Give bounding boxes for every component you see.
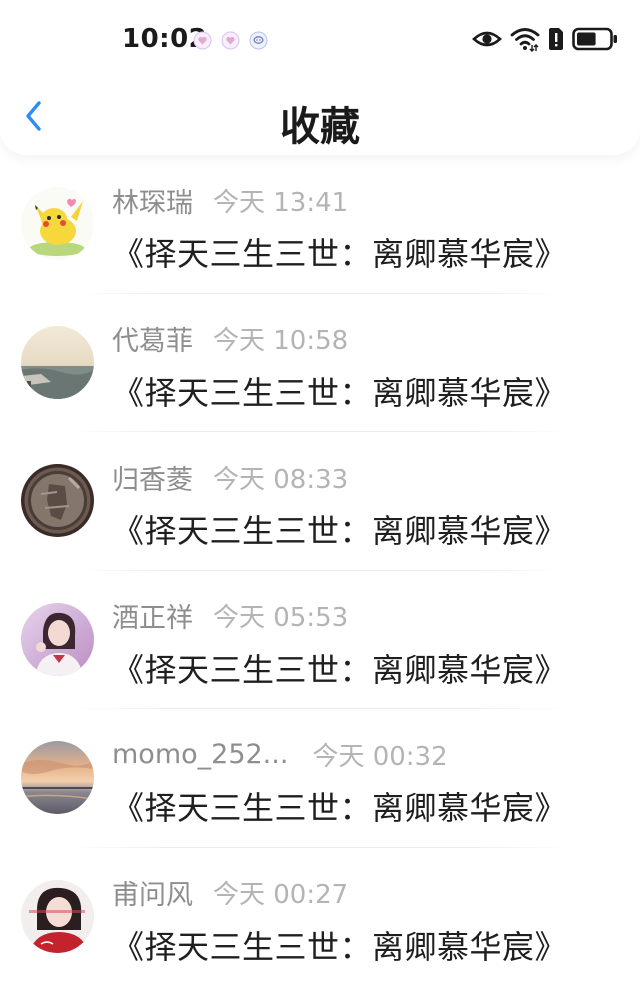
title-bar: 收藏 bbox=[0, 82, 640, 155]
avatar[interactable] bbox=[21, 326, 94, 399]
list-item[interactable]: 甫问风 今天 00:27 《择天三生三世：离卿慕华宸》 bbox=[0, 848, 640, 986]
timestamp: 今天 13:41 bbox=[213, 182, 348, 219]
page-title: 收藏 bbox=[0, 94, 640, 152]
battery-icon bbox=[572, 27, 618, 55]
favorite-title: 《择天三生三世：离卿慕华宸》 bbox=[112, 229, 567, 275]
avatar[interactable] bbox=[21, 603, 94, 676]
timestamp: 今天 00:32 bbox=[312, 736, 447, 773]
avatar[interactable] bbox=[21, 741, 94, 814]
heart-notification-icon bbox=[193, 31, 212, 50]
user-name[interactable]: 代葛菲 bbox=[112, 319, 193, 358]
list-item[interactable]: 林琛瑞 今天 13:41 《择天三生三世：离卿慕华宸》 bbox=[0, 155, 640, 294]
top-bar: 10:02 bbox=[0, 0, 640, 155]
favorites-list: 林琛瑞 今天 13:41 《择天三生三世：离卿慕华宸》 bbox=[0, 155, 640, 986]
chat-notification-icon bbox=[249, 31, 268, 50]
item-meta: 酒正祥 今天 05:53 bbox=[112, 599, 348, 633]
user-name[interactable]: momo_252... bbox=[112, 739, 288, 770]
wifi-icon bbox=[510, 26, 540, 56]
eye-icon bbox=[472, 28, 502, 54]
avatar[interactable] bbox=[21, 187, 94, 260]
list-item[interactable]: 归香菱 今天 08:33 《择天三生三世：离卿慕华宸》 bbox=[0, 432, 640, 571]
list-item[interactable]: 代葛菲 今天 10:58 《择天三生三世：离卿慕华宸》 bbox=[0, 294, 640, 433]
item-meta: 甫问风 今天 00:27 bbox=[112, 876, 348, 910]
favorite-title: 《择天三生三世：离卿慕华宸》 bbox=[112, 922, 567, 968]
user-name[interactable]: 林琛瑞 bbox=[112, 181, 193, 220]
list-item[interactable]: 酒正祥 今天 05:53 《择天三生三世：离卿慕华宸》 bbox=[0, 571, 640, 710]
item-meta: 归香菱 今天 08:33 bbox=[112, 460, 348, 494]
timestamp: 今天 10:58 bbox=[213, 320, 348, 357]
favorite-title: 《择天三生三世：离卿慕华宸》 bbox=[112, 783, 567, 829]
timestamp: 今天 00:27 bbox=[213, 874, 348, 911]
status-icons bbox=[472, 27, 618, 55]
favorite-title: 《择天三生三世：离卿慕华宸》 bbox=[112, 368, 567, 414]
timestamp: 今天 08:33 bbox=[213, 459, 348, 496]
user-name[interactable]: 甫问风 bbox=[112, 873, 193, 912]
item-meta: momo_252... 今天 00:32 bbox=[112, 737, 448, 771]
timestamp: 今天 05:53 bbox=[213, 597, 348, 634]
item-meta: 林琛瑞 今天 13:41 bbox=[112, 183, 348, 217]
favorite-title: 《择天三生三世：离卿慕华宸》 bbox=[112, 645, 567, 691]
item-meta: 代葛菲 今天 10:58 bbox=[112, 322, 348, 356]
status-bar: 10:02 bbox=[0, 0, 640, 82]
user-name[interactable]: 酒正祥 bbox=[112, 596, 193, 635]
favorite-title: 《择天三生三世：离卿慕华宸》 bbox=[112, 506, 567, 552]
avatar[interactable] bbox=[21, 880, 94, 953]
user-name[interactable]: 归香菱 bbox=[112, 458, 193, 497]
sim-alert-icon bbox=[548, 27, 564, 55]
list-item[interactable]: momo_252... 今天 00:32 《择天三生三世：离卿慕华宸》 bbox=[0, 709, 640, 848]
heart-notification-icon bbox=[221, 31, 240, 50]
avatar[interactable] bbox=[21, 464, 94, 537]
